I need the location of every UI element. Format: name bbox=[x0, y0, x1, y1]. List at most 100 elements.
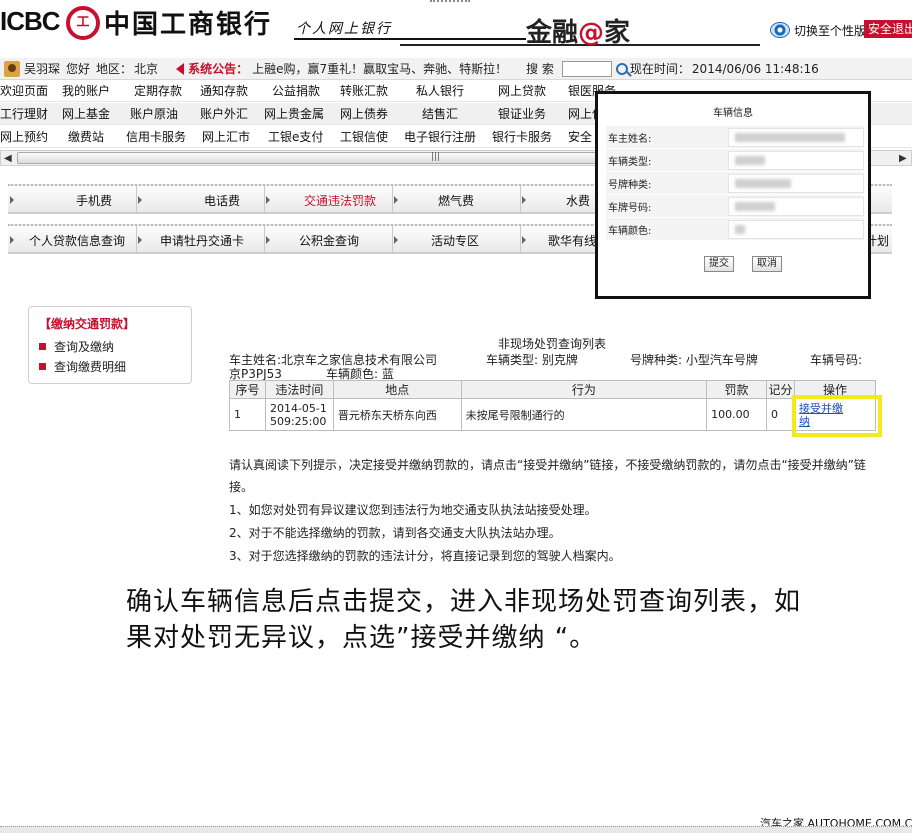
nav-messenger[interactable]: 工银信使 bbox=[340, 128, 388, 145]
tab-arrow-icon bbox=[522, 196, 526, 204]
dialog-title: 车辆信息 bbox=[713, 108, 753, 119]
personal-switch-label: 切换至个性版 bbox=[794, 23, 867, 38]
col-place: 地点 bbox=[332, 380, 462, 399]
notice-item-1: 1、如您对处罚有异议建议您到违法行为地交通支队执法站接受处理。 bbox=[229, 503, 597, 517]
nav-exchange[interactable]: 结售汇 bbox=[422, 105, 458, 122]
tab-separator bbox=[264, 186, 265, 214]
sidebar-item-payment-detail[interactable]: 查询缴费明细 bbox=[39, 356, 181, 376]
nav-loan[interactable]: 网上贷款 bbox=[498, 82, 546, 99]
tab-separator bbox=[264, 226, 265, 254]
plate-type: 号牌种类: 小型汽车号牌 bbox=[630, 353, 758, 367]
cell-fine: 100.00 bbox=[706, 398, 768, 431]
cell-no: 1 bbox=[229, 398, 266, 431]
speaker-icon bbox=[176, 62, 185, 75]
sub-title-underline bbox=[294, 38, 526, 40]
nav-charity[interactable]: 公益捐款 bbox=[272, 82, 320, 99]
tab-arrow-icon bbox=[138, 236, 142, 244]
avatar-icon bbox=[4, 60, 20, 77]
eye-icon bbox=[770, 22, 790, 38]
tab-gas-fee[interactable]: 燃气费 bbox=[416, 192, 496, 209]
tab-mobile-fee[interactable]: 手机费 bbox=[54, 192, 134, 209]
blurred-value bbox=[735, 224, 745, 234]
cancel-button[interactable]: 取消 bbox=[752, 256, 782, 272]
nav-welcome[interactable]: 欢迎页面 bbox=[0, 82, 48, 99]
tab-activity[interactable]: 活动专区 bbox=[420, 232, 490, 249]
sidebar-title: 【缴纳交通罚款】 bbox=[39, 317, 136, 331]
field-row-plate-type: 号牌种类: bbox=[606, 172, 864, 195]
icbc-seal-icon: 工 bbox=[66, 6, 100, 40]
brand-logo: 金融@家 bbox=[526, 12, 630, 49]
search-icon[interactable] bbox=[615, 62, 628, 75]
nav-transfer[interactable]: 转账汇款 bbox=[340, 82, 388, 99]
personal-switch-button[interactable]: 切换至个性版 bbox=[770, 20, 866, 40]
highlight-box bbox=[792, 395, 882, 437]
bullet-icon bbox=[39, 342, 46, 350]
field-label: 车辆颜色: bbox=[608, 225, 652, 237]
tab-gehua-cable[interactable]: 歌华有线 bbox=[544, 232, 600, 249]
scroll-right-icon[interactable]: ▶ bbox=[899, 153, 907, 164]
tab-separator bbox=[520, 186, 521, 214]
nav-card-service[interactable]: 银行卡服务 bbox=[492, 128, 552, 145]
search-input[interactable] bbox=[561, 60, 612, 77]
dialog-fields: 车主姓名: 车辆类型: 号牌种类: 车牌号码: 车辆颜色: bbox=[606, 126, 864, 241]
nav-wealth[interactable]: 工行理财 bbox=[0, 105, 48, 122]
nav-forex[interactable]: 账户外汇 bbox=[200, 105, 248, 122]
col-points: 记分 bbox=[766, 380, 796, 399]
nav-private-bank[interactable]: 私人银行 bbox=[416, 82, 464, 99]
submit-button[interactable]: 提交 bbox=[704, 256, 734, 272]
tab-peony-card[interactable]: 申请牡丹交通卡 bbox=[152, 232, 252, 249]
tab-separator bbox=[520, 226, 521, 254]
col-fine: 罚款 bbox=[706, 380, 768, 399]
nav-fixed-deposit[interactable]: 定期存款 bbox=[134, 82, 182, 99]
tab-arrow-icon bbox=[394, 196, 398, 204]
nav-metal[interactable]: 网上贵金属 bbox=[264, 105, 324, 122]
notice-label: 系统公告： bbox=[188, 62, 249, 76]
notice-item-3: 3、对于您选择缴纳的罚款的违法计分，将直接记录到您的驾驶人档案内。 bbox=[229, 549, 621, 563]
tab-traffic-fine[interactable]: 交通违法罚款 bbox=[290, 192, 390, 209]
field-row-owner: 车主姓名: bbox=[606, 126, 864, 149]
vehicle-type: 车辆类型: 别克牌 bbox=[486, 353, 578, 367]
list-title: 非现场处罚查询列表 bbox=[498, 337, 607, 351]
owner-field bbox=[728, 127, 864, 147]
field-row-plate-no: 车牌号码: bbox=[606, 195, 864, 218]
nav-fund[interactable]: 网上基金 bbox=[62, 105, 110, 122]
tab-phone-fee[interactable]: 电话费 bbox=[182, 192, 262, 209]
tab-separator bbox=[392, 226, 393, 254]
tab-housing-fund[interactable]: 公积金查询 bbox=[290, 232, 368, 249]
bank-name: 中国工商银行 bbox=[104, 10, 273, 40]
col-no: 序号 bbox=[229, 380, 266, 399]
table-row: 1 2014-05-1509:25:00 晋元桥东天桥东向西 未按尾号限制通行的… bbox=[229, 398, 876, 431]
col-time: 违法时间 bbox=[264, 380, 334, 399]
cell-time: 2014-05-1509:25:00 bbox=[264, 398, 334, 431]
notice-intro: 请认真阅读下列提示，决定接受并缴纳罚款的，请点击“接受并缴纳”链接，不接受缴纳罚… bbox=[229, 458, 866, 494]
sidebar-item-label: 查询及缴纳 bbox=[54, 339, 115, 354]
brand-suffix: 家 bbox=[604, 18, 631, 48]
type-field bbox=[728, 150, 864, 170]
sidebar-item-query-pay[interactable]: 查询及缴纳 bbox=[39, 336, 181, 356]
nav-payment-station[interactable]: 缴费站 bbox=[68, 128, 104, 145]
nav-notice-deposit[interactable]: 通知存款 bbox=[200, 82, 248, 99]
scroll-left-icon[interactable]: ◀ bbox=[4, 153, 12, 164]
header: ICBC 工 中国工商银行 个人网上银行 金融@家 切换至个性版 安全退出 bbox=[0, 0, 912, 52]
blurred-value bbox=[735, 155, 765, 165]
vehicle-info-dialog: 车辆信息 车主姓名: 车辆类型: 号牌种类: 车牌号码: 车辆颜色: 提交 取消 bbox=[595, 91, 871, 299]
nav-appointment[interactable]: 网上预约 bbox=[0, 128, 48, 145]
nav-ebank-register[interactable]: 电子银行注册 bbox=[404, 128, 476, 145]
nav-bond[interactable]: 网上债券 bbox=[340, 105, 388, 122]
nav-my-account[interactable]: 我的账户 bbox=[62, 82, 110, 99]
field-row-color: 车辆颜色: bbox=[606, 218, 864, 241]
nav-fx-market[interactable]: 网上汇市 bbox=[202, 128, 250, 145]
nav-security[interactable]: 安全 bbox=[568, 128, 592, 145]
safe-logout-button[interactable]: 安全退出 bbox=[864, 20, 912, 38]
cell-place: 晋元桥东天桥东向西 bbox=[332, 398, 462, 431]
field-label: 号牌种类: bbox=[608, 179, 652, 191]
notice-link[interactable]: 上融e购，赢7重礼！赢取宝马、奔驰、特斯拉！ bbox=[252, 60, 510, 77]
nav-crude-oil[interactable]: 账户原油 bbox=[130, 105, 178, 122]
nav-credit-card[interactable]: 信用卡服务 bbox=[126, 128, 186, 145]
tab-loan-query[interactable]: 个人贷款信息查询 bbox=[24, 232, 130, 249]
nav-epay[interactable]: 工银e支付 bbox=[268, 128, 323, 145]
blurred-value bbox=[735, 178, 791, 188]
brand-at: @ bbox=[578, 18, 605, 48]
nav-securities[interactable]: 银证业务 bbox=[498, 105, 546, 122]
field-label: 车主姓名: bbox=[608, 133, 652, 145]
